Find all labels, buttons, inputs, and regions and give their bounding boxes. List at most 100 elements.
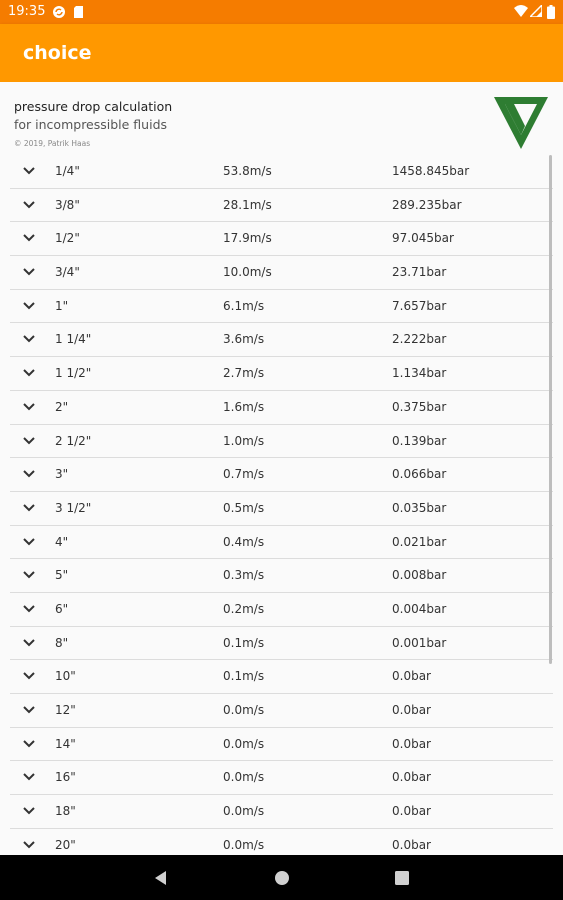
chevron-down-icon[interactable] bbox=[22, 537, 36, 547]
chevron-down-icon[interactable] bbox=[22, 166, 36, 176]
chevron-down-icon[interactable] bbox=[22, 840, 36, 850]
list-item[interactable]: 2 1/2" 1.0m/s 0.139bar bbox=[10, 425, 553, 459]
pressure-drop: 0.001bar bbox=[392, 635, 447, 650]
list-item[interactable]: 3/4" 10.0m/s 23.71bar bbox=[10, 256, 553, 290]
app-bar: choice bbox=[0, 24, 563, 82]
list-item[interactable]: 3/8" 28.1m/s 289.235bar bbox=[10, 189, 553, 223]
pressure-drop: 0.375bar bbox=[392, 399, 447, 414]
chevron-down-icon[interactable] bbox=[22, 671, 36, 681]
list-item[interactable]: 1 1/2" 2.7m/s 1.134bar bbox=[10, 357, 553, 391]
chevron-down-icon[interactable] bbox=[22, 233, 36, 243]
pressure-drop: 23.71bar bbox=[392, 265, 447, 280]
sd-card-icon bbox=[74, 6, 83, 18]
chevron-down-icon[interactable] bbox=[22, 638, 36, 648]
chevron-down-icon[interactable] bbox=[22, 570, 36, 580]
flow-velocity: 28.1m/s bbox=[223, 197, 272, 212]
list-item[interactable]: 2" 1.6m/s 0.375bar bbox=[10, 391, 553, 425]
list-item[interactable]: 1" 6.1m/s 7.657bar bbox=[10, 290, 553, 324]
flow-velocity: 0.0m/s bbox=[223, 804, 265, 819]
pressure-drop: 0.0bar bbox=[392, 703, 431, 717]
pipe-size: 3/4" bbox=[55, 265, 80, 280]
list-item[interactable]: 6" 0.2m/s 0.004bar bbox=[10, 593, 553, 627]
flow-velocity: 6.1m/s bbox=[223, 298, 265, 313]
header-title: pressure drop calculation bbox=[14, 99, 173, 114]
logo-icon bbox=[494, 97, 548, 149]
list-item[interactable]: 12" 0.0m/s 0.0bar bbox=[10, 694, 553, 728]
pressure-drop: 289.235bar bbox=[392, 197, 462, 212]
pressure-drop: 1.134bar bbox=[392, 366, 447, 381]
list-item[interactable]: 16" 0.0m/s 0.0bar bbox=[10, 761, 553, 796]
pipe-size: 10" bbox=[55, 669, 76, 684]
pipe-size: 5" bbox=[55, 568, 69, 583]
pressure-drop: 0.066bar bbox=[392, 467, 447, 482]
chevron-down-icon[interactable] bbox=[22, 503, 36, 513]
flow-velocity: 2.7m/s bbox=[223, 366, 265, 381]
chevron-down-icon[interactable] bbox=[22, 436, 36, 446]
pipe-size: 1/4" bbox=[55, 164, 80, 178]
header-subtitle: for incompressible fluids bbox=[14, 117, 168, 132]
flow-velocity: 0.5m/s bbox=[223, 500, 265, 515]
flow-velocity: 0.0m/s bbox=[223, 770, 265, 785]
list-item[interactable]: 1 1/4" 3.6m/s 2.222bar bbox=[10, 323, 553, 358]
chevron-down-icon[interactable] bbox=[22, 267, 36, 277]
pipe-size: 20" bbox=[55, 837, 76, 852]
list-item[interactable]: 18" 0.0m/s 0.0bar bbox=[10, 795, 553, 829]
flow-velocity: 0.0m/s bbox=[223, 736, 265, 751]
flow-velocity: 53.8m/s bbox=[223, 164, 272, 178]
navigation-bar bbox=[0, 855, 563, 900]
chevron-down-icon[interactable] bbox=[22, 200, 36, 210]
chevron-down-icon[interactable] bbox=[22, 334, 36, 344]
list-item[interactable]: 10" 0.1m/s 0.0bar bbox=[10, 660, 553, 694]
pipe-size: 3" bbox=[55, 467, 69, 482]
pressure-drop: 1458.845bar bbox=[392, 164, 470, 178]
chevron-down-icon[interactable] bbox=[22, 368, 36, 378]
chevron-down-icon[interactable] bbox=[22, 772, 36, 782]
chevron-down-icon[interactable] bbox=[22, 806, 36, 816]
chevron-down-icon[interactable] bbox=[22, 604, 36, 614]
status-time: 19:35 bbox=[8, 4, 46, 19]
flow-velocity: 0.1m/s bbox=[223, 669, 265, 684]
pipe-size: 4" bbox=[55, 534, 69, 549]
chevron-down-icon[interactable] bbox=[22, 402, 36, 412]
pipe-size: 3/8" bbox=[55, 197, 80, 212]
list-item[interactable]: 1/2" 17.9m/s 97.045bar bbox=[10, 222, 553, 257]
chevron-down-icon[interactable] bbox=[22, 739, 36, 749]
list-item[interactable]: 5" 0.3m/s 0.008bar bbox=[10, 559, 553, 593]
chevron-down-icon[interactable] bbox=[22, 705, 36, 715]
pressure-drop: 0.0bar bbox=[392, 804, 431, 819]
status-bar: 19:35 bbox=[0, 0, 563, 24]
pipe-size: 2" bbox=[55, 399, 69, 414]
list-item[interactable]: 3 1/2" 0.5m/s 0.035bar bbox=[10, 492, 553, 526]
flow-velocity: 0.2m/s bbox=[223, 601, 265, 616]
pipe-size: 1" bbox=[55, 298, 69, 313]
sync-icon bbox=[53, 6, 65, 18]
pressure-drop: 0.0bar bbox=[392, 669, 431, 684]
flow-velocity: 10.0m/s bbox=[223, 265, 272, 280]
back-icon[interactable] bbox=[152, 869, 170, 887]
pressure-drop: 0.139bar bbox=[392, 433, 447, 448]
list-item[interactable]: 4" 0.4m/s 0.021bar bbox=[10, 526, 553, 560]
flow-velocity: 0.4m/s bbox=[223, 534, 265, 549]
pressure-drop: 0.035bar bbox=[392, 500, 447, 515]
list-item[interactable]: 20" 0.0m/s 0.0bar bbox=[10, 829, 553, 855]
list-item[interactable]: 1/4" 53.8m/s 1458.845bar bbox=[10, 155, 553, 189]
list-item[interactable]: 8" 0.1m/s 0.001bar bbox=[10, 627, 553, 661]
list-item[interactable]: 14" 0.0m/s 0.0bar bbox=[10, 728, 553, 762]
chevron-down-icon[interactable] bbox=[22, 301, 36, 311]
recents-icon[interactable] bbox=[393, 869, 411, 887]
pressure-drop: 0.0bar bbox=[392, 837, 431, 852]
pipe-size: 6" bbox=[55, 601, 69, 616]
scrollbar[interactable] bbox=[549, 155, 552, 664]
flow-velocity: 3.6m/s bbox=[223, 332, 265, 347]
home-icon[interactable] bbox=[273, 869, 291, 887]
pipe-size: 3 1/2" bbox=[55, 500, 92, 515]
pressure-drop: 7.657bar bbox=[392, 298, 447, 313]
chevron-down-icon[interactable] bbox=[22, 469, 36, 479]
flow-velocity: 17.9m/s bbox=[223, 231, 272, 246]
list-item[interactable]: 3" 0.7m/s 0.066bar bbox=[10, 458, 553, 492]
pipe-size: 1 1/2" bbox=[55, 366, 92, 381]
pipe-size: 16" bbox=[55, 770, 76, 785]
pressure-drop: 0.0bar bbox=[392, 770, 431, 785]
header-copyright: © 2019, Patrik Haas bbox=[14, 139, 91, 148]
pipe-size-list[interactable]: 1/4" 53.8m/s 1458.845bar 3/8" 28.1m/s 289.235… bbox=[10, 155, 553, 855]
